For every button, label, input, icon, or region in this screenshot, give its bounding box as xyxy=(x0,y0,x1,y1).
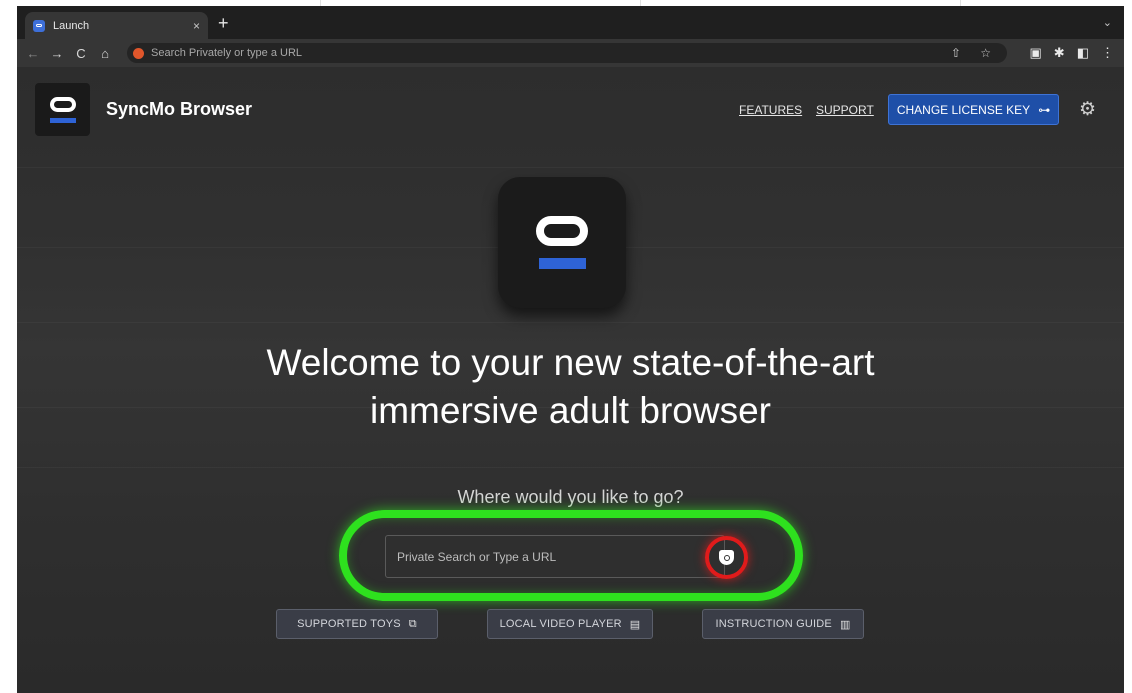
extensions-icon[interactable]: ✱ xyxy=(1054,45,1065,61)
features-link[interactable]: FEATURES xyxy=(739,103,802,117)
welcome-headline: Welcome to your new state-of-the-art imm… xyxy=(17,339,1124,435)
toys-icon: ⧉ xyxy=(408,617,417,630)
private-search-input[interactable]: Private Search or Type a URL xyxy=(385,535,725,578)
headline-line-1: Welcome to your new state-of-the-art xyxy=(266,342,875,383)
reload-icon[interactable]: C xyxy=(69,46,93,61)
supported-toys-button[interactable]: SUPPORTED TOYS ⧉ xyxy=(276,609,438,639)
headline-line-2: immersive adult browser xyxy=(370,390,771,431)
private-search-button[interactable] xyxy=(705,536,748,579)
forward-icon[interactable]: → xyxy=(45,46,69,61)
chevron-down-icon[interactable]: ⌄ xyxy=(1103,16,1112,29)
brand-title: SyncMo Browser xyxy=(106,99,253,119)
sidebar-icon[interactable]: ◧ xyxy=(1077,45,1089,61)
change-license-key-button[interactable]: CHANGE LICENSE KEY ⊶ xyxy=(888,94,1059,125)
book-icon: ▥ xyxy=(839,618,851,631)
license-button-label: CHANGE LICENSE KEY xyxy=(896,102,1031,117)
file-icon: ▤ xyxy=(629,618,641,631)
back-icon[interactable]: ← xyxy=(21,46,45,61)
browser-toolbar: ← → C ⌂ Search Privately or type a URL ⇧… xyxy=(17,39,1124,67)
bg-streak xyxy=(17,322,1124,323)
browser-window: Launch × + ⌄ ← → C ⌂ Search Privately or… xyxy=(17,6,1124,693)
syncmo-favicon-icon xyxy=(33,19,45,32)
bg-streak xyxy=(17,467,1124,468)
local-video-player-button[interactable]: LOCAL VIDEO PLAYER ▤ xyxy=(487,609,653,639)
address-placeholder: Search Privately or type a URL xyxy=(151,47,303,59)
tab-launch[interactable]: Launch × xyxy=(25,12,208,39)
menu-icon[interactable]: ⋮ xyxy=(1101,45,1114,61)
shield-search-icon xyxy=(719,550,734,565)
search-placeholder: Private Search or Type a URL xyxy=(397,549,557,564)
local-video-player-label: LOCAL VIDEO PLAYER xyxy=(499,618,622,630)
screenshot-frame: Launch × + ⌄ ← → C ⌂ Search Privately or… xyxy=(0,0,1132,693)
home-icon[interactable]: ⌂ xyxy=(93,46,117,61)
instruction-guide-label: INSTRUCTION GUIDE xyxy=(715,618,832,630)
toolbar-actions: ▣ ✱ ◧ ⋮ xyxy=(1030,45,1115,61)
destination-prompt: Where would you like to go? xyxy=(457,487,684,507)
bg-streak xyxy=(17,167,1124,168)
key-icon: ⊶ xyxy=(1038,102,1051,117)
new-tab-button[interactable]: + xyxy=(218,14,229,32)
app-icon xyxy=(498,177,626,308)
page-content: SyncMo Browser FEATURES SUPPORT CHANGE L… xyxy=(17,67,1124,693)
tab-strip: Launch × + ⌄ xyxy=(17,6,1124,39)
profile-icon[interactable]: ▣ xyxy=(1030,45,1042,61)
address-bar[interactable]: Search Privately or type a URL ⇧ ☆ xyxy=(127,43,1007,63)
gear-icon[interactable]: ⚙ xyxy=(1079,100,1096,119)
supported-toys-label: SUPPORTED TOYS xyxy=(297,618,401,630)
brave-shield-icon[interactable] xyxy=(133,47,144,59)
support-link[interactable]: SUPPORT xyxy=(816,103,874,117)
close-tab-icon[interactable]: × xyxy=(193,19,200,33)
instruction-guide-button[interactable]: INSTRUCTION GUIDE ▥ xyxy=(702,609,864,639)
tab-title: Launch xyxy=(53,19,90,32)
share-bookmark-icons[interactable]: ⇧ ☆ xyxy=(951,46,999,60)
syncmo-logo[interactable] xyxy=(35,83,90,136)
